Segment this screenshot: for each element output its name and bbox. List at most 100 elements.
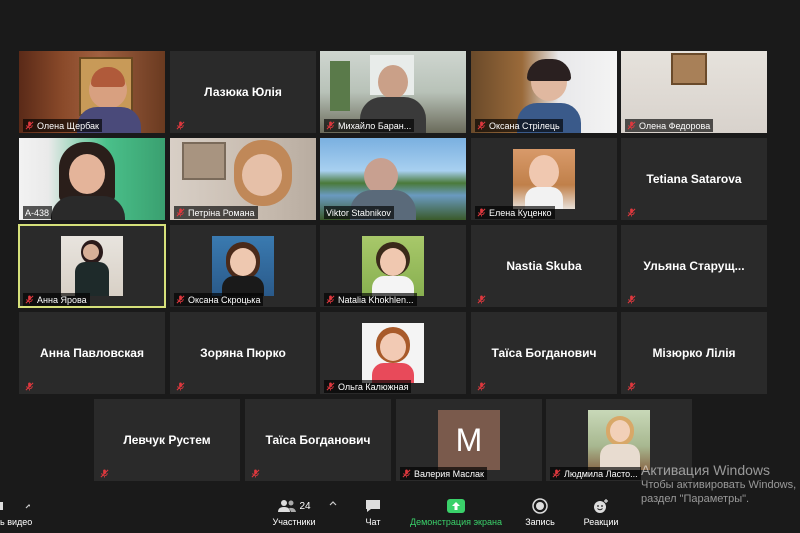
participant-name: Петріна Романа (188, 207, 255, 218)
share-screen-button[interactable]: Демонстрация экрана (404, 498, 508, 527)
participant-photo (362, 236, 424, 296)
mic-muted-icon (25, 382, 34, 391)
participant-tile[interactable]: Оксана Стрілець (471, 51, 617, 133)
participant-name: A-438 (25, 207, 50, 218)
windows-activation-watermark: Активация Windows Чтобы активировать Win… (641, 462, 796, 506)
participant-name-label: Елена Куценко (475, 206, 555, 219)
participant-name: Ульяна Старущ... (643, 259, 745, 273)
participant-name-label (98, 467, 112, 480)
participant-name-label (625, 206, 639, 219)
participant-name-label: Петріна Романа (174, 206, 258, 219)
mic-muted-icon (100, 469, 109, 478)
record-icon (532, 498, 548, 514)
participant-name: Зоряна Пюрко (200, 346, 286, 360)
participant-name: Валерия Маслак (414, 468, 484, 479)
participant-tile[interactable]: Viktor Stabnikov (320, 138, 466, 220)
participant-name: Михайло Баран... (338, 120, 412, 131)
participant-name-label: A-438 (23, 206, 53, 219)
participant-name-label (249, 467, 263, 480)
participant-avatar: M (438, 410, 500, 470)
record-button-label: Запись (525, 517, 555, 527)
participant-tile[interactable]: Мізюрко Лілія (621, 312, 767, 394)
participant-tile[interactable]: Ульяна Старущ... (621, 225, 767, 307)
participant-tile[interactable]: Михайло Баран... (320, 51, 466, 133)
participant-tile[interactable]: Олена Щербак (19, 51, 165, 133)
video-button[interactable]: ь видео (0, 498, 40, 527)
participant-tile[interactable]: Левчук Рустем (94, 399, 240, 481)
reactions-button[interactable]: Реакции (581, 498, 621, 527)
share-screen-icon (447, 499, 465, 513)
participant-name: Viktor Stabnikov (326, 207, 391, 218)
participant-name: Мізюрко Лілія (652, 346, 736, 360)
participant-tile[interactable]: Лазюка Юлія (170, 51, 316, 133)
participant-name: Оксана Стрілець (489, 120, 560, 131)
mic-muted-icon (627, 208, 636, 217)
watermark-line: раздел "Параметры". (641, 493, 750, 505)
participant-name-label (475, 293, 489, 306)
mic-muted-icon (176, 121, 185, 130)
participant-name-label: Анна Ярова (23, 293, 90, 306)
participant-name: Nastia Skuba (506, 259, 582, 273)
participant-name: Ольга Калюжная (338, 381, 409, 392)
chat-button-label: Чат (365, 517, 381, 527)
participant-tile[interactable]: Nastia Skuba (471, 225, 617, 307)
chevron-up-icon[interactable] (0, 500, 30, 512)
participants-icon (278, 500, 297, 512)
participant-name-label: Оксана Скроцька (174, 293, 264, 306)
participant-name-label (23, 380, 37, 393)
chat-button[interactable]: Чат (358, 498, 388, 527)
participant-photo (212, 236, 274, 296)
participant-name-label: Михайло Баран... (324, 119, 415, 132)
participants-options-chevron[interactable] (327, 498, 339, 510)
mic-muted-icon (326, 295, 335, 304)
participant-tile[interactable]: Анна Павловская (19, 312, 165, 394)
mic-muted-icon (477, 121, 486, 130)
mic-muted-icon (477, 295, 486, 304)
mic-muted-icon (176, 208, 185, 217)
video-button-label: ь видео (0, 517, 33, 527)
participant-tile[interactable]: Natalia Khokhlen... (320, 225, 466, 307)
participant-tile[interactable]: Таїса Богданович (471, 312, 617, 394)
participant-tile[interactable]: Елена Куценко (471, 138, 617, 220)
participant-name: Елена Куценко (489, 207, 552, 218)
mic-muted-icon (477, 382, 486, 391)
mic-muted-icon (25, 295, 34, 304)
watermark-line: Чтобы активировать Windows, (641, 479, 797, 491)
participant-tile[interactable]: A-438 (19, 138, 165, 220)
participant-name: Людмила Ласто... (564, 468, 638, 479)
reactions-button-label: Реакции (583, 517, 619, 527)
participant-tile-active-speaker[interactable]: Анна Ярова (18, 224, 166, 308)
mic-muted-icon (627, 121, 636, 130)
participant-name-label: Валерия Маслак (400, 467, 487, 480)
participant-tile[interactable]: Оксана Скроцька (170, 225, 316, 307)
share-screen-button-label: Демонстрация экрана (410, 517, 502, 527)
participant-photo (362, 323, 424, 383)
participants-count: 24 (299, 500, 311, 512)
chevron-up-icon (329, 501, 337, 506)
participant-photo (61, 236, 123, 296)
participant-name: Tetiana Satarova (646, 172, 742, 186)
participant-tile[interactable]: Tetiana Satarova (621, 138, 767, 220)
mic-muted-icon (176, 295, 185, 304)
participant-tile[interactable]: Петріна Романа (170, 138, 316, 220)
watermark-title: Активация Windows (641, 462, 771, 478)
participant-photo (513, 149, 575, 209)
mic-muted-icon (627, 295, 636, 304)
participant-name: Олена Федорова (639, 120, 711, 131)
participant-tile[interactable]: Ольга Калюжная (320, 312, 466, 394)
participant-name: Таїса Богданович (265, 433, 371, 447)
participant-name-label: Оксана Стрілець (475, 119, 563, 132)
mic-muted-icon (627, 382, 636, 391)
participant-name: Лазюка Юлія (204, 85, 282, 99)
record-button[interactable]: Запись (522, 498, 558, 527)
participants-button[interactable]: 24 Участники (266, 498, 322, 527)
participant-tile[interactable]: Зоряна Пюрко (170, 312, 316, 394)
participant-tile[interactable]: Таїса Богданович (245, 399, 391, 481)
participant-name: Таїса Богданович (491, 346, 597, 360)
participant-name-label (174, 380, 188, 393)
participant-name-label: Олена Щербак (23, 119, 102, 132)
participant-name: Анна Павловская (40, 346, 144, 360)
participant-tile[interactable]: M Валерия Маслак (396, 399, 542, 481)
participant-tile[interactable]: Олена Федорова (621, 51, 767, 133)
participants-button-label: Участники (272, 517, 316, 527)
